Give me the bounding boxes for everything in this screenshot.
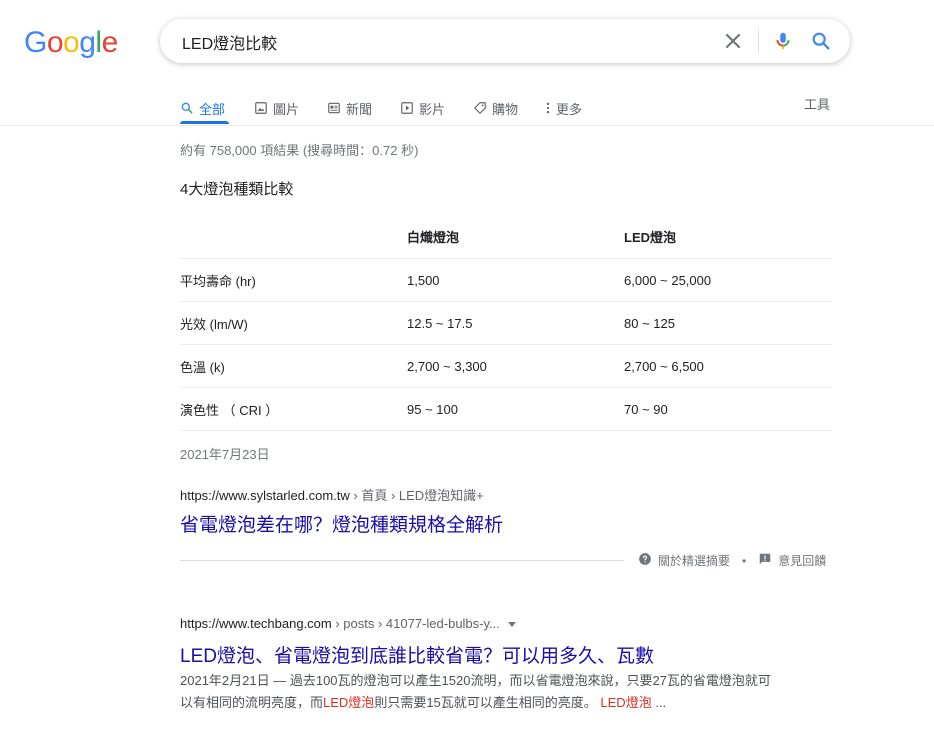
logo-letter: o [63, 26, 80, 59]
result-link[interactable]: LED燈泡、省電燈泡到底誰比較省電？可以用多久、瓦數 [180, 641, 654, 668]
google-logo[interactable]: Google [24, 26, 118, 60]
table-cell: 95 ~ 100 [407, 387, 624, 431]
table-header-cell: 白熾燈泡 [407, 214, 624, 259]
search-icon[interactable] [810, 30, 832, 52]
table-row: 平均壽命 (hr) 1,500 6,000 ~ 25,000 [180, 258, 832, 302]
search-box [160, 19, 850, 63]
table-cell: 平均壽命 (hr) [180, 258, 407, 302]
about-snippets-link[interactable]: 關於精選摘要 [658, 552, 730, 569]
result-description: 2021年2月21日 — 過去100瓦的燈泡可以產生1520流明，而以省電燈泡來… [180, 670, 780, 714]
logo-letter: g [79, 26, 96, 59]
feedback-icon [758, 552, 772, 569]
search-icon [181, 102, 193, 114]
table-header-cell: LED燈泡 [624, 214, 832, 259]
table-cell: 70 ~ 90 [624, 387, 832, 431]
snippet-result-link[interactable]: 省電燈泡差在哪？燈泡種類規格全解析 [180, 510, 503, 537]
snippet-cite[interactable]: https://www.sylstarled.com.tw › 首頁 › LED… [180, 485, 484, 504]
cite-domain: https://www.sylstarled.com.tw [180, 488, 350, 503]
active-tab-indicator [180, 121, 229, 124]
clear-icon[interactable] [722, 30, 744, 52]
result-date: 2021年2月21日 — [180, 673, 287, 688]
table-cell: 2,700 ~ 3,300 [407, 344, 624, 388]
tab-all[interactable]: 全部 [180, 92, 225, 124]
table-cell: 1,500 [407, 258, 624, 302]
result-text: 則只需要15瓦就可以產生相同的亮度。 [374, 695, 597, 710]
cite-breadcrumb: › 首頁 › LED燈泡知識+ [349, 488, 484, 503]
table-cell: 2,700 ~ 6,500 [624, 344, 832, 388]
table-cell: 6,000 ~ 25,000 [624, 258, 832, 302]
highlight-term: LED燈泡 [323, 695, 375, 710]
tools-button[interactable]: 工具 [804, 94, 830, 113]
cite-domain: https://www.techbang.com [180, 616, 332, 631]
image-icon [255, 102, 267, 114]
tab-label: 購物 [492, 101, 519, 117]
more-vert-icon [546, 102, 550, 114]
tag-icon [474, 102, 486, 114]
tab-label: 影片 [419, 101, 446, 117]
table-cell: 演色性 （ CRI ） [180, 387, 407, 431]
table-row: 光效 (lm/W) 12.5 ~ 17.5 80 ~ 125 [180, 301, 832, 345]
search-input[interactable] [180, 29, 704, 55]
table-cell: 12.5 ~ 17.5 [407, 301, 624, 345]
tabs-divider [0, 125, 934, 126]
footer-separator: • [742, 553, 747, 568]
table-cell: 色溫 (k) [180, 344, 407, 388]
tab-label: 新聞 [346, 101, 373, 117]
snippet-footer: 關於精選摘要 • 意見回饋 [638, 552, 826, 569]
snippet-title: 4大燈泡種類比較 [180, 181, 294, 198]
result-text: ... [651, 695, 667, 710]
result-stats: 約有 758,000 項結果 (搜尋時間：0.72 秒) [180, 143, 419, 158]
feedback-link[interactable]: 意見回饋 [778, 552, 826, 569]
tab-shopping[interactable]: 購物 [473, 92, 518, 124]
tab-more[interactable]: 更多 [545, 92, 582, 124]
help-icon [638, 552, 652, 569]
logo-letter: o [46, 26, 64, 59]
tab-label: 全部 [199, 101, 226, 117]
table-row: 演色性 （ CRI ） 95 ~ 100 70 ~ 90 [180, 387, 832, 431]
chevron-down-icon[interactable] [507, 622, 516, 628]
highlight-term: LED燈泡 [600, 695, 652, 710]
logo-letter: G [24, 26, 47, 59]
cite-breadcrumb: › posts › 41077-led-bulbs-y... [331, 616, 500, 631]
tab-images[interactable]: 圖片 [254, 92, 299, 124]
table-cell: 80 ~ 125 [624, 301, 832, 345]
table-row: 色溫 (k) 2,700 ~ 3,300 2,700 ~ 6,500 [180, 344, 832, 388]
tab-label: 更多 [556, 101, 583, 117]
search-divider [758, 29, 759, 53]
comparison-table: 白熾燈泡 LED燈泡 平均壽命 (hr) 1,500 6,000 ~ 25,00… [180, 214, 832, 431]
tab-news[interactable]: 新聞 [327, 92, 372, 124]
video-icon [401, 102, 413, 114]
table-header-cell [180, 214, 407, 259]
microphone-icon[interactable] [772, 30, 794, 52]
snippet-divider [180, 560, 624, 561]
news-icon [328, 102, 340, 114]
tab-videos[interactable]: 影片 [400, 92, 445, 124]
tab-label: 圖片 [273, 101, 300, 117]
snippet-date: 2021年7月23日 [180, 447, 270, 462]
logo-letter: e [101, 26, 119, 59]
table-header-row: 白熾燈泡 LED燈泡 [180, 214, 832, 259]
table-cell: 光效 (lm/W) [180, 301, 407, 345]
result-cite[interactable]: https://www.techbang.com › posts › 41077… [180, 616, 516, 631]
